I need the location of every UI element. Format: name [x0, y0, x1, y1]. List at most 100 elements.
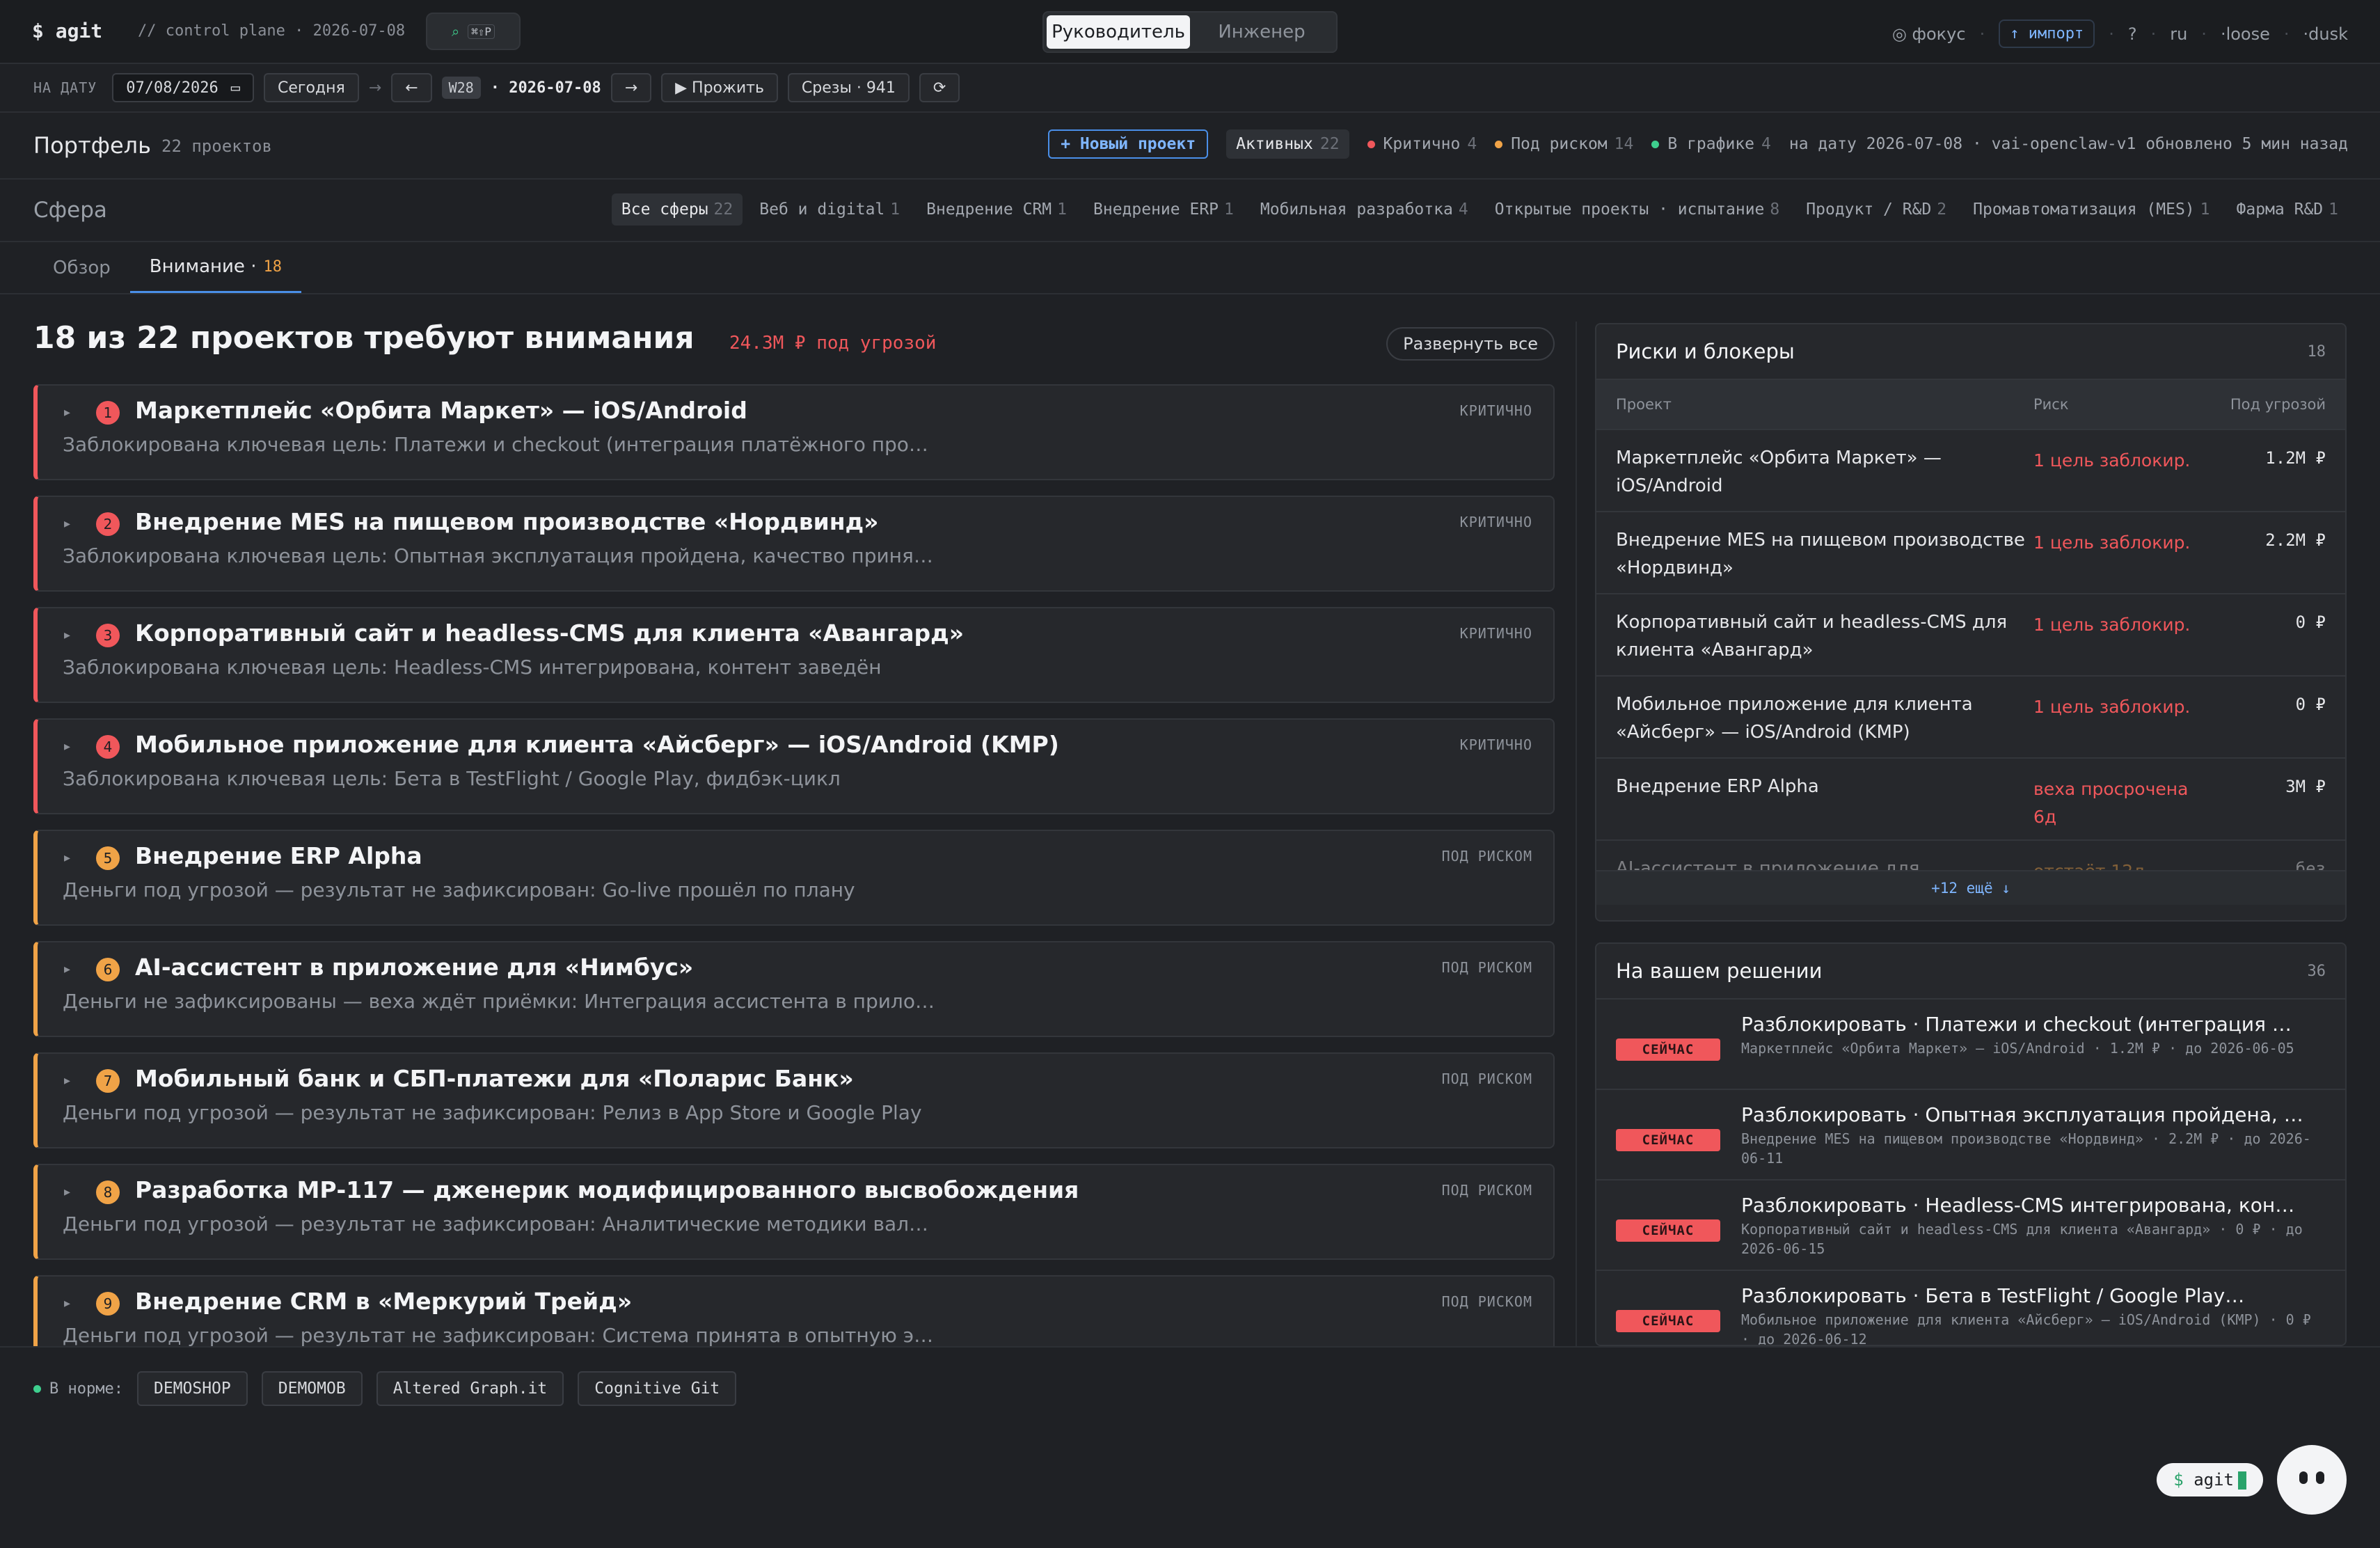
- attention-heading: 18 из 22 проектов требуют внимания: [33, 320, 695, 356]
- play-button[interactable]: ▶ Прожить: [661, 73, 778, 102]
- brand-logo[interactable]: $ agit: [32, 19, 102, 42]
- tab-overview[interactable]: Обзор: [33, 242, 130, 294]
- healthy-tag[interactable]: Altered Graph.it: [376, 1371, 564, 1406]
- healthy-tag[interactable]: DEMOSHOP: [136, 1371, 248, 1406]
- expand-caret-icon[interactable]: ▸: [64, 962, 70, 977]
- status-badge: КРИТИЧНО: [1459, 402, 1532, 419]
- decision-row[interactable]: СЕЙЧАС Разблокировать · Опытная эксплуата…: [1596, 1090, 2345, 1180]
- item-rank: 6: [96, 958, 120, 981]
- portfolio-title: Портфель: [33, 132, 151, 159]
- import-button[interactable]: ↑ импорт: [1999, 19, 2095, 48]
- item-rank: 3: [96, 624, 120, 647]
- attention-item[interactable]: ▸ 6 AI-ассистент в приложение для «Нимбус»…: [33, 941, 1555, 1037]
- agent-avatar-icon[interactable]: [2277, 1445, 2347, 1515]
- attention-item[interactable]: ▸ 5 Внедрение ERP Alpha Деньги под угрозой …: [33, 830, 1555, 926]
- decision-row[interactable]: СЕЙЧАС Разблокировать · Бета в TestFlight…: [1596, 1271, 2345, 1345]
- sphere-chip[interactable]: Веб и digital 1: [749, 194, 910, 226]
- item-rank: 7: [96, 1069, 120, 1093]
- decisions-count: 36: [2307, 962, 2326, 980]
- decision-meta: Маркетплейс «Орбита Маркет» — iOS/Androi…: [1741, 1040, 2294, 1057]
- tab-attention[interactable]: Внимание · 18: [129, 242, 301, 294]
- decision-row[interactable]: СЕЙЧАС Разблокировать · Платежи и checkou…: [1596, 1000, 2345, 1090]
- attention-item[interactable]: ▸ 1 Маркетплейс «Орбита Маркет» — iOS/Andr…: [33, 384, 1555, 480]
- expand-caret-icon[interactable]: ▸: [64, 739, 70, 754]
- role-manager-tab[interactable]: Руководитель: [1047, 15, 1190, 49]
- expand-caret-icon[interactable]: ▸: [64, 516, 70, 531]
- date-input[interactable]: 07/08/2026 ▭: [112, 73, 254, 102]
- sphere-chip[interactable]: Все сферы 22: [611, 194, 743, 226]
- chip-count: 4: [1458, 200, 1468, 219]
- risks-panel: Риски и блокеры 18 Проект Риск Под угроз…: [1595, 323, 2347, 922]
- healthy-tag[interactable]: Cognitive Git: [578, 1371, 737, 1406]
- expand-caret-icon[interactable]: ▸: [64, 1185, 70, 1199]
- agent-assistant[interactable]: $ agit: [2157, 1445, 2347, 1515]
- sphere-filter-bar: Сфера Все сферы 22 Веб и digital 1 Внедрение…: [0, 180, 2380, 242]
- theme-switch[interactable]: ·dusk: [2303, 24, 2348, 44]
- filter-critical[interactable]: Критично 4: [1367, 135, 1477, 153]
- chip-count: 2: [1937, 200, 1947, 219]
- attention-count: 18: [263, 258, 282, 276]
- portfolio-header: Портфель 22 проектов + Новый проект Акти…: [0, 113, 2380, 180]
- date-label: НА ДАТУ: [33, 79, 97, 96]
- shortcut-hint: ⌘⇧P: [468, 24, 495, 39]
- filter-at-risk[interactable]: Под риском 14: [1495, 135, 1633, 153]
- role-switch: Руководитель Инженер: [1042, 11, 1338, 53]
- sphere-chip[interactable]: Фарма R&D 1: [2227, 194, 2348, 226]
- project-issue: Деньги под угрозой — результат не зафикс…: [63, 1213, 929, 1235]
- expand-caret-icon[interactable]: ▸: [64, 405, 70, 420]
- show-more-risks-button[interactable]: +12 ещё ↓: [1596, 870, 2345, 905]
- status-badge: ПОД РИСКОМ: [1441, 1182, 1532, 1199]
- chip-label: Внедрение CRM: [926, 200, 1052, 219]
- decisions-title: На вашем решении: [1616, 959, 1823, 983]
- today-button[interactable]: Сегодня: [264, 73, 359, 102]
- risk-reason: 1 цель заблокир.: [2033, 450, 2191, 471]
- filter-on-track[interactable]: В графике 4: [1651, 135, 1771, 153]
- sphere-chip[interactable]: Промавтоматизация (MES) 1: [1963, 194, 2219, 226]
- risks-rows: Маркетплейс «Орбита Маркет» — iOS/Androi…: [1596, 430, 2345, 870]
- next-week-button[interactable]: →: [610, 73, 652, 102]
- attention-item[interactable]: ▸ 9 Внедрение CRM в «Меркурий Трейд» Деньги…: [33, 1275, 1555, 1346]
- sphere-chip[interactable]: Открытые проекты · испытание 8: [1485, 194, 1790, 226]
- risk-row[interactable]: Маркетплейс «Орбита Маркет» — iOS/Androi…: [1596, 430, 2345, 512]
- risk-row[interactable]: Корпоративный сайт и headless-CMS для кл…: [1596, 594, 2345, 677]
- chip-label: Все сферы: [621, 200, 708, 219]
- chip-count: 1: [2329, 200, 2338, 219]
- language-switch[interactable]: ru: [2170, 24, 2187, 44]
- risk-row[interactable]: Внедрение ERP Alpha веха просрочена 6д 3M …: [1596, 759, 2345, 841]
- attention-item[interactable]: ▸ 4 Мобильное приложение для клиента «Айсб…: [33, 718, 1555, 814]
- focus-toggle[interactable]: ◎ фокус: [1892, 24, 1966, 44]
- attention-item[interactable]: ▸ 8 Разработка МР-117 — дженерик модифицир…: [33, 1164, 1555, 1260]
- sphere-chip[interactable]: Продукт / R&D 2: [1796, 194, 1956, 226]
- expand-caret-icon[interactable]: ▸: [64, 851, 70, 865]
- expand-caret-icon[interactable]: ▸: [64, 628, 70, 642]
- expand-all-button[interactable]: Развернуть все: [1386, 327, 1555, 361]
- help-button[interactable]: ?: [2128, 24, 2137, 44]
- decision-row[interactable]: СЕЙЧАС Разблокировать · Headless-CMS инте…: [1596, 1180, 2345, 1271]
- density-switch[interactable]: ·loose: [2221, 24, 2270, 44]
- attention-item[interactable]: ▸ 7 Мобильный банк и СБП-платежи для «Пола…: [33, 1052, 1555, 1148]
- risk-row[interactable]: Внедрение MES на пищевом производстве «Н…: [1596, 512, 2345, 594]
- expand-caret-icon[interactable]: ▸: [64, 1073, 70, 1088]
- project-name: Внедрение ERP Alpha: [135, 842, 422, 869]
- risk-amount: 0 ₽: [2295, 613, 2326, 632]
- risk-row[interactable]: Мобильное приложение для клиента «Айсбер…: [1596, 677, 2345, 759]
- project-issue: Деньги под угрозой — результат не зафикс…: [63, 1324, 934, 1346]
- prev-week-button[interactable]: ←: [391, 73, 432, 102]
- role-engineer-tab[interactable]: Инженер: [1190, 15, 1333, 49]
- sphere-chip[interactable]: Мобильная разработка 4: [1251, 194, 1478, 226]
- urgency-badge: СЕЙЧАС: [1616, 1310, 1720, 1332]
- ok-dot-icon: [33, 1384, 41, 1393]
- new-project-button[interactable]: + Новый проект: [1048, 129, 1209, 159]
- expand-caret-icon[interactable]: ▸: [64, 1296, 70, 1311]
- command-palette-button[interactable]: ⌕ ⌘⇧P: [426, 13, 521, 50]
- sphere-chip[interactable]: Внедрение ERP 1: [1084, 194, 1244, 226]
- attention-item[interactable]: ▸ 3 Корпоративный сайт и headless-CMS для …: [33, 607, 1555, 703]
- healthy-tag[interactable]: DEMOMOB: [261, 1371, 363, 1406]
- project-name: Маркетплейс «Орбита Маркет» — iOS/Androi…: [135, 397, 747, 424]
- slices-button[interactable]: Срезы · 941: [787, 73, 910, 102]
- sphere-chip[interactable]: Внедрение CRM 1: [917, 194, 1077, 226]
- refresh-button[interactable]: ⟳: [919, 73, 960, 102]
- attention-item[interactable]: ▸ 2 Внедрение MES на пищевом производстве …: [33, 496, 1555, 592]
- filter-active[interactable]: Активных 22: [1226, 129, 1349, 159]
- risk-row[interactable]: AI-ассистент в приложение для отстаёт 12д…: [1596, 841, 2345, 870]
